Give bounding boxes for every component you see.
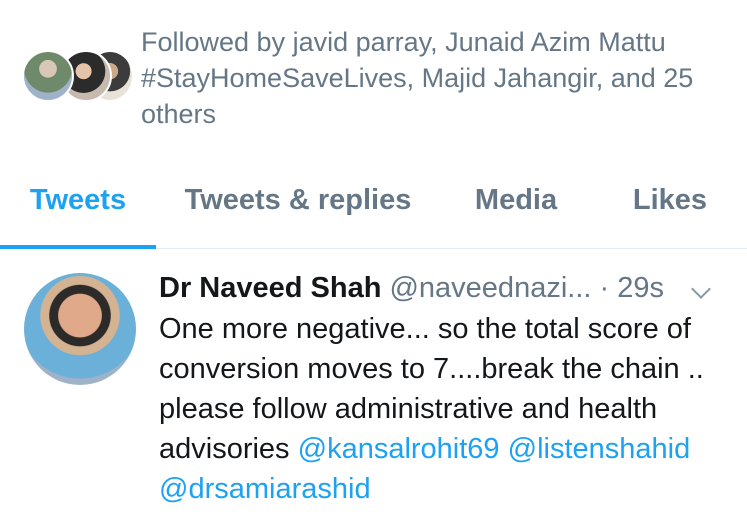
tweet-header: Dr Naveed Shah @naveednazi... · 29s	[159, 269, 729, 309]
follower-avatar	[22, 50, 74, 102]
tweet-text: One more negative... so the total score …	[159, 309, 734, 509]
mention-link[interactable]: @listenshahid	[508, 433, 691, 465]
tweet-timestamp[interactable]: · 29s	[600, 272, 664, 304]
follower-avatars[interactable]	[22, 50, 134, 102]
tweet-card[interactable]: Dr Naveed Shah @naveednazi... · 29s One …	[0, 249, 747, 528]
mention-link[interactable]: @drsamiarashid	[159, 473, 371, 505]
avatar[interactable]	[24, 273, 136, 385]
tweet-author-name[interactable]: Dr Naveed Shah	[159, 272, 381, 304]
tab-media[interactable]: Media	[466, 182, 566, 238]
tweet-author-handle[interactable]: @naveednazi...	[389, 272, 591, 304]
mention-link[interactable]: @kansalrohit69	[298, 433, 500, 465]
followed-by-text: Followed by javid parray, Junaid Azim Ma…	[141, 27, 694, 129]
tab-tweets-and-replies[interactable]: Tweets & replies	[170, 182, 426, 238]
profile-tabs: Tweets Tweets & replies Media Likes	[0, 172, 747, 249]
tab-likes[interactable]: Likes	[622, 182, 718, 238]
tab-tweets[interactable]: Tweets	[0, 182, 156, 238]
followed-by-section[interactable]: Followed by javid parray, Junaid Azim Ma…	[0, 0, 747, 150]
